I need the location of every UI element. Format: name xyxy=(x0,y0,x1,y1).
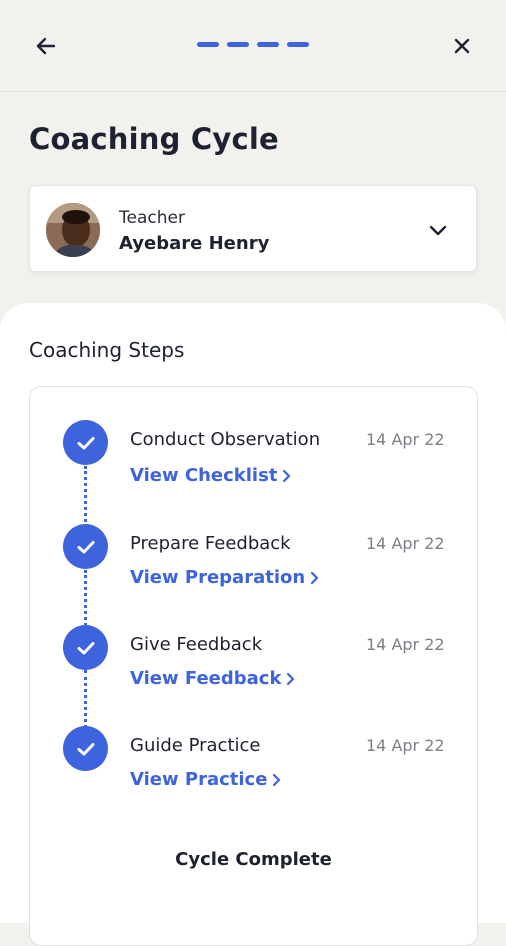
chevron-right-icon xyxy=(273,773,281,786)
arrow-left-icon xyxy=(36,37,56,55)
check-icon xyxy=(63,726,108,771)
step-date: 14 Apr 22 xyxy=(366,736,445,755)
teacher-role-label: Teacher xyxy=(119,208,185,228)
close-icon xyxy=(454,38,470,54)
link-label: View Preparation xyxy=(130,567,306,588)
view-preparation-link[interactable]: View Preparation xyxy=(130,567,320,588)
chevron-down-icon[interactable] xyxy=(426,218,450,242)
top-bar xyxy=(0,0,506,92)
teacher-selector[interactable]: Teacher Ayebare Henry xyxy=(29,185,477,272)
link-label: View Practice xyxy=(130,769,268,790)
view-practice-link[interactable]: View Practice xyxy=(130,769,282,790)
page-title: Coaching Cycle xyxy=(29,122,279,156)
coaching-step: Conduct Observation 14 Apr 22 View Check… xyxy=(30,420,477,510)
check-icon xyxy=(63,625,108,670)
link-label: View Checklist xyxy=(130,465,278,486)
avatar xyxy=(46,203,100,257)
link-label: View Feedback xyxy=(130,668,282,689)
coaching-steps-panel: Coaching Steps Conduct Observation 14 Ap… xyxy=(0,303,506,946)
steps-card: Conduct Observation 14 Apr 22 View Check… xyxy=(29,386,478,946)
step-title: Give Feedback xyxy=(130,634,263,655)
chevron-right-icon xyxy=(283,469,291,482)
progress-segment xyxy=(227,42,249,47)
chevron-right-icon xyxy=(287,672,295,685)
progress-segment xyxy=(257,42,279,47)
teacher-name: Ayebare Henry xyxy=(119,233,270,254)
progress-segment xyxy=(287,42,309,47)
coaching-step: Prepare Feedback 14 Apr 22 View Preparat… xyxy=(30,524,477,614)
step-title: Guide Practice xyxy=(130,735,261,756)
step-date: 14 Apr 22 xyxy=(366,430,445,449)
step-date: 14 Apr 22 xyxy=(366,534,445,553)
step-date: 14 Apr 22 xyxy=(366,635,445,654)
progress-segment xyxy=(197,42,219,47)
coaching-step: Give Feedback 14 Apr 22 View Feedback xyxy=(30,625,477,715)
close-button[interactable] xyxy=(446,30,478,62)
step-title: Conduct Observation xyxy=(130,429,321,450)
step-progress-indicator xyxy=(197,42,309,47)
coaching-step: Guide Practice 14 Apr 22 View Practice xyxy=(30,726,477,816)
step-title: Prepare Feedback xyxy=(130,533,291,554)
chevron-right-icon xyxy=(311,571,319,584)
section-title: Coaching Steps xyxy=(29,338,185,362)
check-icon xyxy=(63,420,108,465)
view-checklist-link[interactable]: View Checklist xyxy=(130,465,292,486)
check-icon xyxy=(63,524,108,569)
view-feedback-link[interactable]: View Feedback xyxy=(130,668,296,689)
cycle-complete-label: Cycle Complete xyxy=(175,849,332,870)
back-button[interactable] xyxy=(30,30,62,62)
